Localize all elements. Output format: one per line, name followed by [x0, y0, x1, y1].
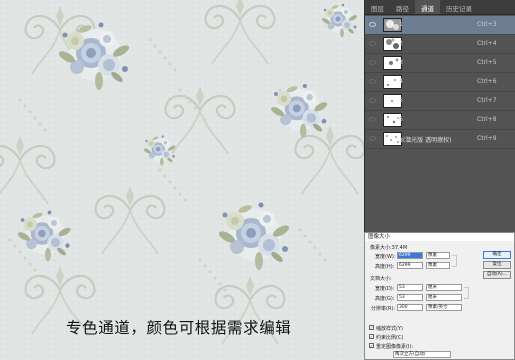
channel-name: 5: [399, 97, 403, 104]
channel-row-8[interactable]: 8(潜光版 透明擦权) Ctrl+9: [365, 130, 515, 149]
resample-checkbox[interactable]: ✓: [369, 343, 374, 348]
channel-name: 3: [399, 59, 403, 66]
tab-channels[interactable]: 通道: [415, 0, 440, 14]
doc-height-input[interactable]: 53: [397, 294, 423, 301]
tab-layers[interactable]: 图层: [365, 0, 390, 14]
resolution-label: 分辨率(R):: [371, 306, 396, 312]
panel-tabs: 图层 路径 通道 历史记录: [365, 0, 515, 15]
channel-shortcut: Ctrl+7: [477, 97, 497, 104]
channel-shortcut: Ctrl+9: [477, 135, 497, 142]
doc-size-label: 文档大小:: [370, 276, 392, 282]
auto-button[interactable]: 自动(A)...: [483, 271, 511, 279]
channel-name: 2: [399, 40, 403, 47]
channel-name: 8(潜光版 透明擦权): [399, 137, 452, 144]
channel-row-5[interactable]: 5 Ctrl+7: [365, 92, 515, 111]
channel-shortcut: Ctrl+4: [477, 40, 497, 47]
document-canvas[interactable]: 专色通道，颜色可根据需求编辑: [0, 0, 364, 360]
px-width-input[interactable]: 6299: [397, 252, 423, 259]
px-height-input[interactable]: 6299: [397, 262, 423, 269]
px-width-label: 宽度(W):: [375, 254, 396, 260]
pixel-dimensions-label: 像素大小:37.4M: [370, 245, 408, 251]
link-bracket-icon: [464, 287, 469, 299]
resolution-input[interactable]: 300: [397, 304, 423, 311]
channel-row-3[interactable]: 3 Ctrl+5: [365, 54, 515, 73]
doc-width-label: 宽度(D):: [375, 286, 395, 292]
doc-height-unit-select[interactable]: 厘米: [426, 294, 462, 301]
constrain-proportions-label: 约束比例(C): [376, 335, 404, 341]
caption-text: 专色通道，颜色可根据需求编辑: [66, 319, 292, 337]
dialog-title: 图像大小: [365, 233, 514, 241]
channel-row-1[interactable]: 1 Ctrl+3: [365, 16, 515, 35]
visibility-eye-icon[interactable]: [369, 41, 376, 46]
resolution-unit-select[interactable]: 像素/英寸: [426, 304, 462, 311]
ok-button[interactable]: 确定: [483, 251, 511, 259]
link-bracket-icon: [452, 255, 457, 267]
channel-shortcut: Ctrl+6: [477, 78, 497, 85]
channel-shortcut: Ctrl+8: [477, 116, 497, 123]
channel-name: 6: [399, 116, 403, 123]
visibility-eye-icon[interactable]: [369, 98, 376, 103]
scale-styles-label: 缩放样式(Y): [376, 326, 403, 332]
visibility-eye-icon[interactable]: [369, 79, 376, 84]
visibility-eye-icon[interactable]: [369, 117, 376, 122]
channel-row-2[interactable]: 2 Ctrl+4: [365, 35, 515, 54]
scale-styles-checkbox[interactable]: ✓: [369, 325, 374, 330]
constrain-proportions-checkbox[interactable]: ✓: [369, 334, 374, 339]
channel-row-6[interactable]: 6 Ctrl+8: [365, 111, 515, 130]
tab-history[interactable]: 历史记录: [440, 0, 478, 14]
px-height-unit-select[interactable]: 像素: [426, 262, 450, 269]
visibility-eye-icon[interactable]: [369, 60, 376, 65]
px-width-unit-select[interactable]: 像素: [426, 252, 450, 259]
channel-shortcut: Ctrl+5: [477, 59, 497, 66]
image-size-dialog: 图像大小 像素大小:37.4M 宽度(W): 6299 像素 高度(H): 62…: [364, 232, 515, 360]
reset-button[interactable]: 复位: [483, 261, 511, 269]
tab-paths[interactable]: 路径: [390, 0, 415, 14]
channel-row-4[interactable]: 4 Ctrl+6: [365, 73, 515, 92]
visibility-eye-icon[interactable]: [369, 136, 376, 141]
visibility-eye-icon[interactable]: [369, 22, 376, 27]
px-height-label: 高度(H):: [375, 264, 395, 270]
doc-width-input[interactable]: 53: [397, 284, 423, 291]
channel-name: 1: [399, 21, 403, 28]
channel-shortcut: Ctrl+3: [477, 21, 497, 28]
resample-method-select[interactable]: 两次立方(自动): [393, 351, 451, 358]
doc-height-label: 高度(G):: [375, 296, 395, 302]
doc-width-unit-select[interactable]: 厘米: [426, 284, 462, 291]
channel-name: 4: [399, 78, 403, 85]
floral-wallpaper-image: [0, 0, 364, 360]
resample-label: 重定图像像素(I):: [376, 344, 414, 350]
channels-panel: 图层 路径 通道 历史记录 1 Ctrl+3 2 Ctrl+4 3 Ctrl+5…: [364, 0, 515, 232]
